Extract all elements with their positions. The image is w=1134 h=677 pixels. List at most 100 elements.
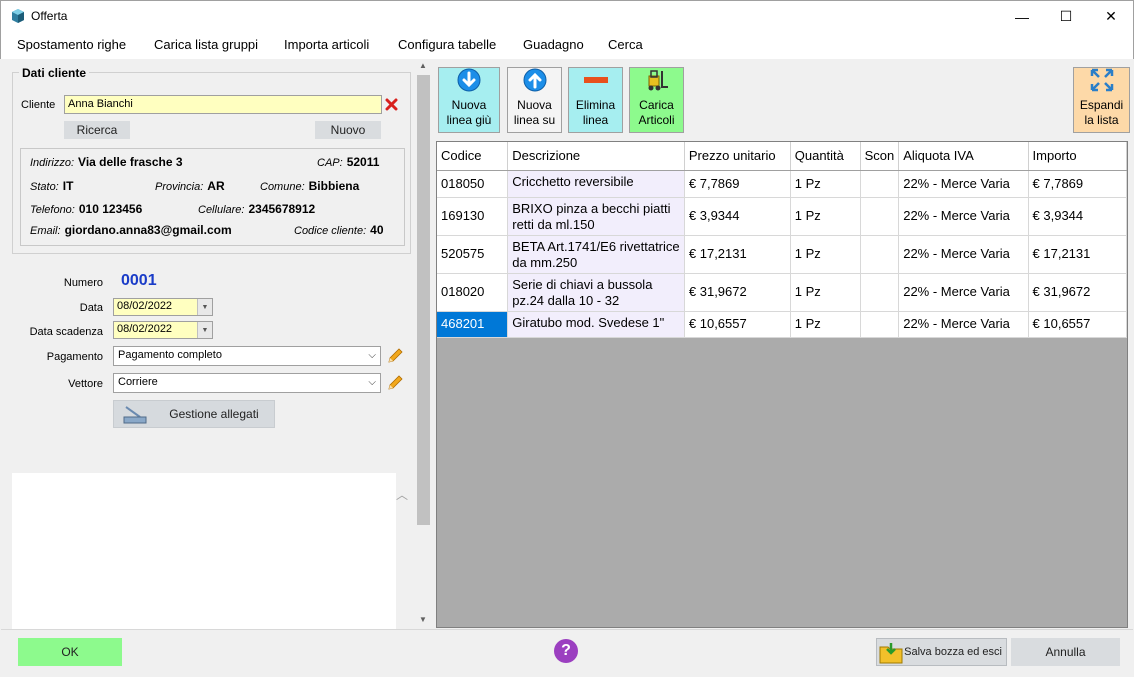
table-row[interactable]: 520575 BETA Art.1741/E6 rivettatrice da … — [437, 235, 1128, 274]
cell-sconto[interactable] — [860, 311, 900, 338]
col-quantita[interactable]: Quantità — [790, 142, 861, 171]
ok-button[interactable]: OK — [18, 638, 122, 666]
cell-codice[interactable]: 018020 — [437, 273, 509, 312]
cell-aliquota[interactable]: 22% - Merce Varia — [898, 235, 1029, 274]
cell-prezzo[interactable]: € 10,6557 — [684, 311, 791, 338]
cell-sconto[interactable] — [860, 170, 900, 198]
nuova-linea-giu-button[interactable]: Nuova linea giù — [438, 67, 500, 133]
cell-descrizione[interactable]: Giratubo mod. Svedese 1" — [507, 311, 685, 338]
cell-codice[interactable]: 520575 — [437, 235, 509, 274]
chevron-down-icon[interactable]: ▼ — [197, 322, 212, 338]
chevron-down-icon: ⌵ — [368, 377, 376, 388]
cell-codice[interactable]: 468201 — [437, 311, 509, 338]
cell-sconto[interactable] — [860, 197, 900, 236]
cell-quantita[interactable]: 1 Pz — [790, 235, 861, 274]
cell-descrizione[interactable]: Serie di chiavi a bussola pz.24 dalla 10… — [507, 273, 685, 312]
vettore-label: Vettore — [68, 378, 103, 390]
annulla-button[interactable]: Annulla — [1011, 638, 1120, 666]
cell-importo[interactable]: € 7,7869 — [1028, 170, 1128, 198]
cell-aliquota[interactable]: 22% - Merce Varia — [898, 197, 1029, 236]
cell-codice[interactable]: 169130 — [437, 197, 509, 236]
menu-spostamento-righe[interactable]: Spostamento righe — [17, 37, 126, 52]
cell-aliquota[interactable]: 22% - Merce Varia — [898, 273, 1029, 312]
pagamento-label: Pagamento — [46, 351, 103, 363]
cell-descrizione[interactable]: BETA Art.1741/E6 rivettatrice da mm.250 — [507, 235, 685, 274]
numero-label: Numero — [63, 277, 103, 289]
cell-importo[interactable]: € 3,9344 — [1028, 197, 1128, 236]
data-picker[interactable]: 08/02/2022 ▼ — [113, 298, 213, 316]
scanner-icon — [123, 406, 147, 424]
gestione-allegati-button[interactable]: Gestione allegati — [113, 400, 275, 428]
edit-pagamento-icon[interactable] — [386, 347, 404, 365]
data-scadenza-picker[interactable]: 08/02/2022 ▼ — [113, 321, 213, 339]
chevron-down-icon[interactable]: ▼ — [197, 299, 212, 315]
vettore-select[interactable]: Corriere ⌵ — [113, 373, 381, 393]
notes-area — [12, 473, 396, 629]
salva-bozza-button[interactable]: Salva bozza ed esci — [876, 638, 1007, 666]
cliente-label: Cliente — [21, 99, 56, 111]
maximize-button[interactable]: ☐ — [1043, 1, 1089, 32]
table-row[interactable]: 018020 Serie di chiavi a bussola pz.24 d… — [437, 273, 1128, 312]
codice-cliente-field: Codice cliente: 40 — [294, 223, 384, 237]
pagamento-select[interactable]: Pagamento completo ⌵ — [113, 346, 381, 366]
stato-field: Stato: IT — [30, 179, 74, 193]
scroll-up-icon[interactable]: ︿ — [396, 486, 408, 503]
elimina-linea-button[interactable]: Elimina linea — [568, 67, 623, 133]
col-descrizione[interactable]: Descrizione — [507, 142, 685, 171]
scroll-thumb[interactable] — [417, 75, 430, 525]
table-row[interactable]: 018050 Cricchetto reversibile € 7,7869 1… — [437, 170, 1128, 198]
cell-quantita[interactable]: 1 Pz — [790, 170, 861, 198]
minimize-button[interactable]: — — [999, 1, 1045, 32]
cell-prezzo[interactable]: € 17,2131 — [684, 235, 791, 274]
cap-field: CAP: 52011 — [317, 155, 380, 169]
menu-importa-articoli[interactable]: Importa articoli — [284, 37, 369, 52]
cell-prezzo[interactable]: € 7,7869 — [684, 170, 791, 198]
cell-descrizione[interactable]: Cricchetto reversibile — [507, 170, 685, 198]
carica-articoli-button[interactable]: Carica Articoli — [629, 67, 684, 133]
col-aliquota-iva[interactable]: Aliquota IVA — [898, 142, 1029, 171]
table-row-selected[interactable]: 468201 Giratubo mod. Svedese 1" € 10,655… — [437, 311, 1128, 338]
cliente-input[interactable]: Anna Bianchi — [64, 95, 382, 114]
nuovo-button[interactable]: Nuovo — [315, 121, 381, 139]
cell-importo[interactable]: € 10,6557 — [1028, 311, 1128, 338]
espandi-lista-button[interactable]: Espandi la lista — [1073, 67, 1130, 133]
menu-cerca[interactable]: Cerca — [608, 37, 643, 52]
scroll-up-arrow-icon[interactable]: ▲ — [419, 61, 427, 70]
cell-prezzo[interactable]: € 3,9344 — [684, 197, 791, 236]
col-sconto[interactable]: Scon — [860, 142, 900, 171]
menu-guadagno[interactable]: Guadagno — [523, 37, 584, 52]
cell-importo[interactable]: € 17,2131 — [1028, 235, 1128, 274]
cell-prezzo[interactable]: € 31,9672 — [684, 273, 791, 312]
cell-quantita[interactable]: 1 Pz — [790, 197, 861, 236]
data-label: Data — [79, 302, 103, 314]
col-codice[interactable]: Codice — [437, 142, 509, 171]
cell-aliquota[interactable]: 22% - Merce Varia — [898, 170, 1029, 198]
help-icon[interactable]: ? — [554, 639, 578, 663]
menu-configura-tabelle[interactable]: Configura tabelle — [398, 37, 496, 52]
expand-icon — [1090, 68, 1113, 92]
nuova-linea-su-button[interactable]: Nuova linea su — [507, 67, 562, 133]
cell-sconto[interactable] — [860, 273, 900, 312]
menu-carica-lista-gruppi[interactable]: Carica lista gruppi — [154, 37, 258, 52]
folder-save-icon — [879, 643, 903, 664]
close-button[interactable]: ✕ — [1088, 1, 1134, 32]
edit-vettore-icon[interactable] — [386, 374, 404, 392]
cell-codice[interactable]: 018050 — [437, 170, 509, 198]
cliente-info-box: Indirizzo: Via delle frasche 3 CAP: 52011 … — [20, 148, 405, 246]
col-importo[interactable]: Importo — [1028, 142, 1128, 171]
cell-importo[interactable]: € 31,9672 — [1028, 273, 1128, 312]
clear-cliente-icon[interactable] — [385, 98, 398, 111]
ricerca-button[interactable]: Ricerca — [64, 121, 130, 139]
scroll-down-arrow-icon[interactable]: ▼ — [419, 615, 427, 624]
data-scadenza-label: Data scadenza — [29, 326, 103, 338]
cell-quantita[interactable]: 1 Pz — [790, 311, 861, 338]
cell-aliquota[interactable]: 22% - Merce Varia — [898, 311, 1029, 338]
col-prezzo-unitario[interactable]: Prezzo unitario — [684, 142, 791, 171]
table-row[interactable]: 169130 BRIXO pinza a becchi piatti retti… — [437, 197, 1128, 236]
articoli-grid[interactable]: Codice Descrizione Prezzo unitario Quant… — [436, 141, 1128, 628]
cell-quantita[interactable]: 1 Pz — [790, 273, 861, 312]
cell-sconto[interactable] — [860, 235, 900, 274]
left-scrollbar[interactable]: ▲ ▼ — [415, 59, 432, 629]
cell-descrizione[interactable]: BRIXO pinza a becchi piatti retti da ml.… — [507, 197, 685, 236]
left-panel: Dati cliente Cliente Anna Bianchi Ricerc… — [1, 59, 432, 629]
